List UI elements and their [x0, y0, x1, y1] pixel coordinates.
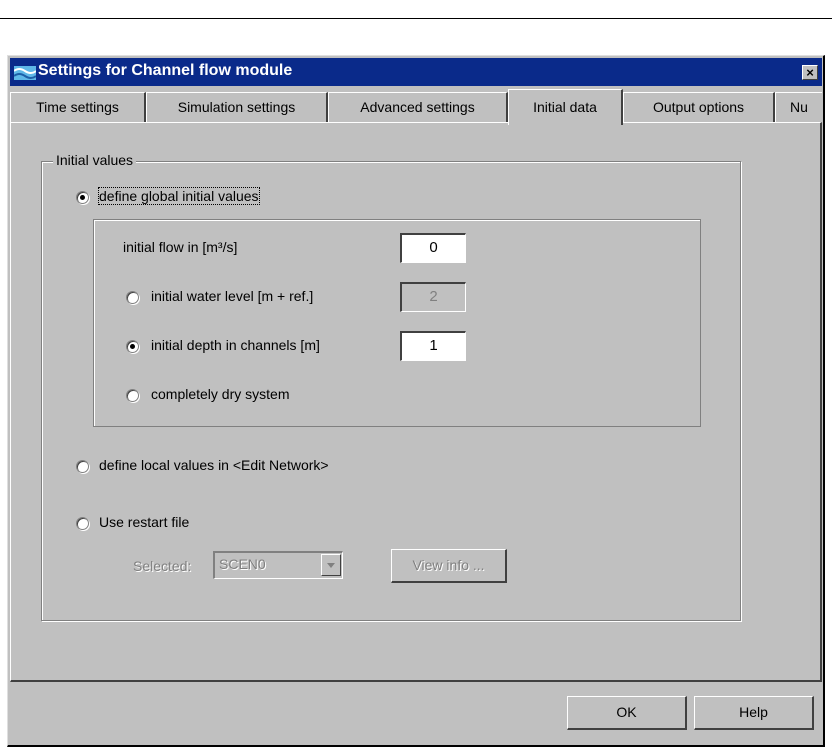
- local-values-label[interactable]: define local values in <Edit Network>: [99, 457, 329, 473]
- depth-input[interactable]: 1: [400, 331, 466, 361]
- water-level-input[interactable]: 2: [400, 282, 466, 312]
- tab-numerics[interactable]: Nu: [775, 92, 822, 122]
- initial-values-group-label: Initial values: [53, 152, 137, 168]
- global-values-label[interactable]: define global initial values: [98, 187, 260, 205]
- tab-label: Output options: [652, 99, 745, 115]
- help-button[interactable]: Help: [694, 696, 814, 730]
- initial-flow-input[interactable]: 0: [400, 233, 466, 263]
- tab-advanced-settings[interactable]: Advanced settings: [328, 92, 508, 122]
- tab-label: Time settings: [36, 99, 119, 115]
- tab-label: Simulation settings: [177, 99, 296, 115]
- view-info-button[interactable]: View info ...: [391, 549, 507, 583]
- title-bar[interactable]: Settings for Channel flow module ×: [10, 58, 822, 86]
- local-values-radio[interactable]: [76, 460, 89, 473]
- settings-dialog: Settings for Channel flow module × Time …: [7, 55, 825, 747]
- selected-label: Selected:: [133, 558, 192, 574]
- chevron-down-icon: [327, 563, 335, 568]
- restart-file-label[interactable]: Use restart file: [99, 514, 189, 530]
- module-icon: [14, 66, 36, 80]
- depth-label[interactable]: initial depth in channels [m]: [151, 337, 320, 353]
- window-title: Settings for Channel flow module: [38, 62, 293, 79]
- tab-output-options[interactable]: Output options: [623, 92, 775, 122]
- water-level-label[interactable]: initial water level [m + ref.]: [151, 288, 313, 304]
- tab-time-settings[interactable]: Time settings: [10, 92, 146, 122]
- water-level-radio[interactable]: [126, 291, 139, 304]
- restart-file-radio[interactable]: [76, 517, 89, 530]
- top-divider-line: [0, 18, 832, 19]
- initial-flow-label: initial flow in [m³/s]: [123, 239, 238, 255]
- dry-system-radio[interactable]: [126, 389, 139, 402]
- tab-label: Initial data: [533, 99, 597, 115]
- dropdown-button[interactable]: [321, 554, 341, 576]
- ok-button[interactable]: OK: [567, 696, 687, 730]
- tab-label: Nu: [790, 99, 808, 115]
- close-icon: ×: [806, 65, 814, 80]
- depth-radio[interactable]: [126, 340, 139, 353]
- restart-file-value: SCEN0: [219, 556, 266, 572]
- dry-system-label[interactable]: completely dry system: [151, 386, 289, 402]
- tab-initial-data[interactable]: Initial data: [508, 89, 623, 125]
- global-values-radio[interactable]: [76, 191, 89, 204]
- restart-file-select[interactable]: SCEN0: [213, 551, 343, 579]
- tab-simulation-settings[interactable]: Simulation settings: [146, 92, 328, 122]
- tab-label: Advanced settings: [360, 99, 475, 115]
- close-button[interactable]: ×: [802, 65, 818, 80]
